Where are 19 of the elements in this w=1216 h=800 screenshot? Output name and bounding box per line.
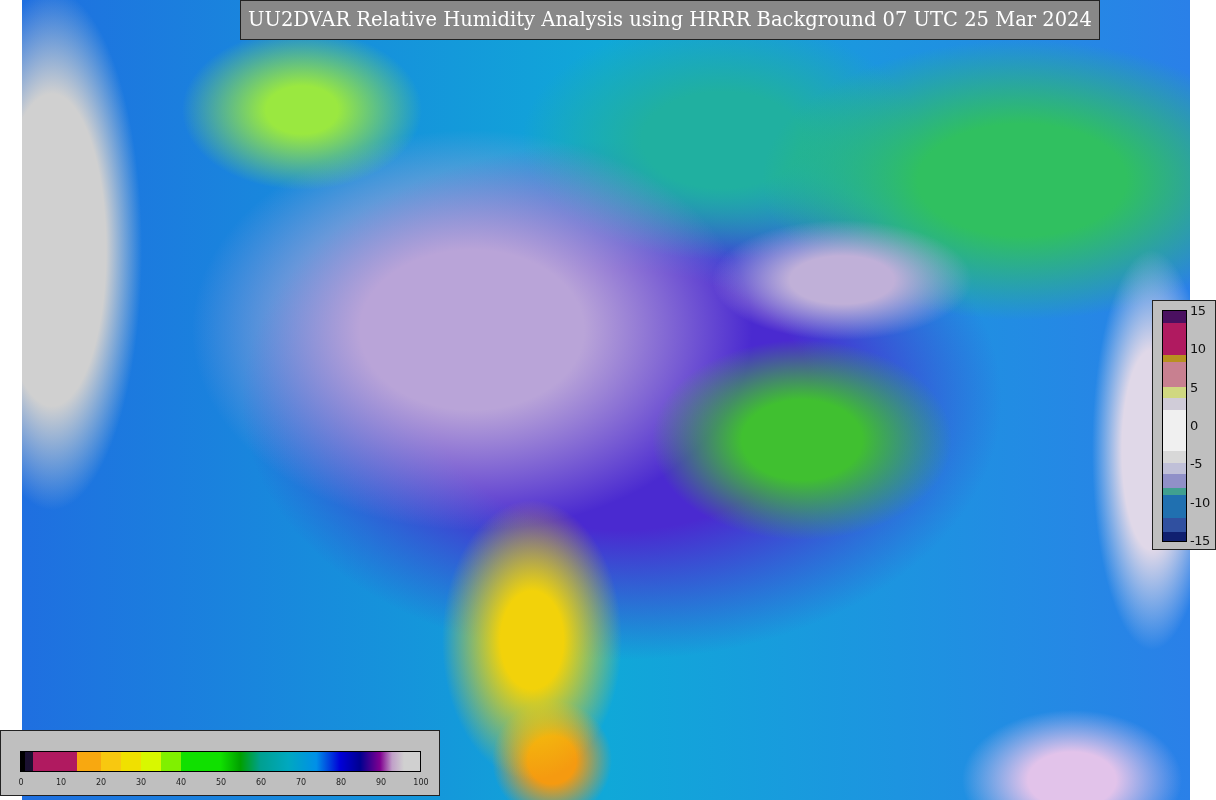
tick-label: 0 xyxy=(1190,417,1198,436)
tick-label: 20 xyxy=(95,777,107,789)
tick-label: -10 xyxy=(1190,493,1210,512)
tick-label: 30 xyxy=(135,777,147,789)
tick-label: 60 xyxy=(255,777,267,789)
tick-label: 5 xyxy=(1190,378,1198,397)
tick-label: 15 xyxy=(1190,302,1206,321)
tick-label: 50 xyxy=(215,777,227,789)
tick-label: 70 xyxy=(295,777,307,789)
tick-label: 10 xyxy=(1190,340,1206,359)
map-title: UU2DVAR Relative Humidity Analysis using HRRR Background 07 UTC 25 Mar 2024 xyxy=(240,0,1100,40)
tick-label: -15 xyxy=(1190,532,1210,551)
tick-label: 0 xyxy=(18,777,24,789)
tick-label: -5 xyxy=(1190,455,1202,474)
tick-label: 90 xyxy=(375,777,387,789)
tick-label: 80 xyxy=(335,777,347,789)
tick-label: 10 xyxy=(55,777,67,789)
tick-label: 40 xyxy=(175,777,187,789)
tick-label: 100 xyxy=(413,777,429,789)
